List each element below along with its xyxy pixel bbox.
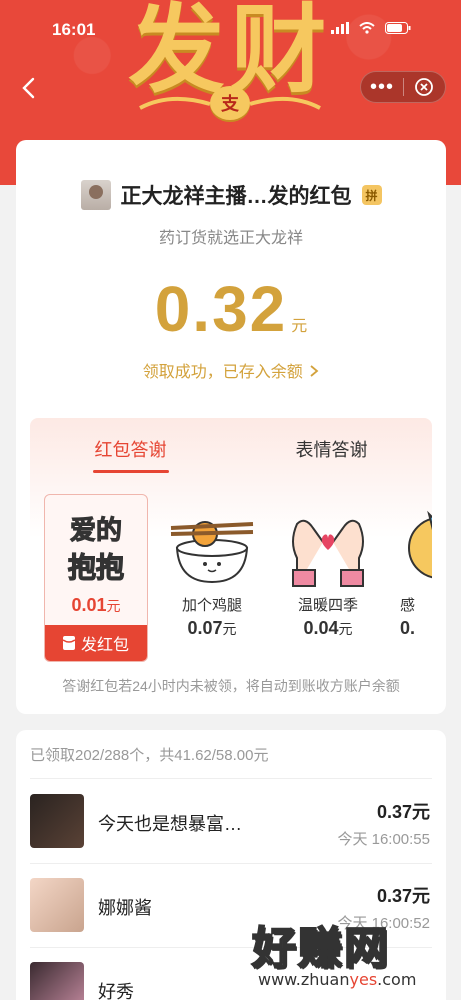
claimer-name: 今天也是想暴富… xyxy=(98,814,242,834)
amount-row: 0.32 元 xyxy=(16,272,446,346)
chicken-rice-icon xyxy=(170,521,254,584)
sticker-name: 温暖四季 xyxy=(297,597,358,614)
sticker-item-thanks[interactable]: 感 0. xyxy=(392,494,432,664)
greeting-text: 药订货就选正大龙祥 xyxy=(158,230,303,247)
sticker-price: 0. xyxy=(400,618,416,638)
close-icon xyxy=(415,78,434,96)
back-button[interactable] xyxy=(16,74,44,102)
tab-red-packet-thanks[interactable]: 红包答谢 xyxy=(30,436,231,473)
sticker-name: 加个鸡腿 xyxy=(181,597,242,614)
claim-summary: 已领取202/288个，共41.62/58.00元 xyxy=(30,747,269,764)
chevron-right-icon xyxy=(310,365,319,377)
red-packet-icon xyxy=(62,636,75,650)
pin-badge: 拼 xyxy=(361,185,382,205)
thanks-panel: 红包答谢 表情答谢 爱的 抱抱 0.01元 发红包 加个鸡腿 0.07元 温暖四… xyxy=(30,418,432,678)
footnote: 答谢红包若24小时内未被领，将自动到账收方账户余额 xyxy=(62,678,400,694)
claim-amount: 0.37元 xyxy=(376,886,430,906)
tab-sticker-thanks[interactable]: 表情答谢 xyxy=(231,436,432,462)
avatar xyxy=(80,180,111,210)
banner-badge: 支 xyxy=(210,86,250,120)
amount-value: 0.32 xyxy=(154,273,288,345)
list-item[interactable]: 今天也是想暴富… 0.37元 今天 16:00:55 xyxy=(16,780,446,864)
watermark-url: www.zhuanyes.com xyxy=(258,970,417,989)
status-time: 16:01 xyxy=(52,20,96,39)
wifi-icon xyxy=(359,22,375,34)
claimer-name: 娜娜酱 xyxy=(98,898,152,918)
send-red-packet-button[interactable]: 发红包 xyxy=(45,625,147,661)
claimer-name: 好秀 xyxy=(98,982,134,1000)
sticker-price: 0.01元 xyxy=(71,595,121,615)
hug-sticker-art-1: 爱的 xyxy=(70,515,122,546)
sticker-price: 0.07元 xyxy=(187,618,237,638)
avatar xyxy=(30,878,84,932)
sticker-item-hug[interactable]: 爱的 抱抱 0.01元 发红包 xyxy=(44,494,148,662)
divider xyxy=(30,778,432,779)
mini-program-capsule: ••• xyxy=(360,71,446,103)
received-text: 领取成功，已存入余额 xyxy=(142,364,303,381)
avatar xyxy=(30,962,84,1000)
amount-unit: 元 xyxy=(291,318,308,335)
battery-icon xyxy=(385,22,411,34)
sender-name: 正大龙祥主播…发的红包 xyxy=(120,185,352,208)
sticker-list: 爱的 抱抱 0.01元 发红包 加个鸡腿 0.07元 温暖四季 0.04元 感 … xyxy=(38,494,432,664)
hug-sticker-art-2: 抱抱 xyxy=(68,551,124,584)
sticker-price: 0.04元 xyxy=(303,618,353,638)
more-button[interactable]: ••• xyxy=(361,77,403,97)
thanks-tabs: 红包答谢 表情答谢 xyxy=(30,436,432,473)
red-packet-card: 正大龙祥主播…发的红包 拼 药订货就选正大龙祥 0.32 元 领取成功，已存入余… xyxy=(16,140,446,714)
watermark: 好赚网 www.zhuanyes.com xyxy=(251,912,458,998)
claim-time: 今天 16:00:55 xyxy=(337,831,430,848)
status-bar: 16:01 xyxy=(0,0,461,56)
status-icons xyxy=(331,22,411,34)
heart-hands-icon xyxy=(292,519,364,587)
sticker-name: 感 xyxy=(400,597,416,614)
sender-row: 正大龙祥主播…发的红包 拼 xyxy=(16,180,446,210)
signal-icon xyxy=(331,22,349,34)
thanks-sticker-icon xyxy=(408,510,432,579)
hug-sticker-icon: 爱的 抱抱 xyxy=(67,515,124,585)
received-link[interactable]: 领取成功，已存入余额 xyxy=(16,358,446,382)
close-button[interactable] xyxy=(404,77,445,97)
watermark-title: 好赚网 xyxy=(251,922,390,975)
sticker-item-warm[interactable]: 温暖四季 0.04元 xyxy=(276,494,380,664)
claim-amount: 0.37元 xyxy=(376,802,430,822)
avatar xyxy=(30,794,84,848)
sticker-item-chicken[interactable]: 加个鸡腿 0.07元 xyxy=(160,494,264,664)
